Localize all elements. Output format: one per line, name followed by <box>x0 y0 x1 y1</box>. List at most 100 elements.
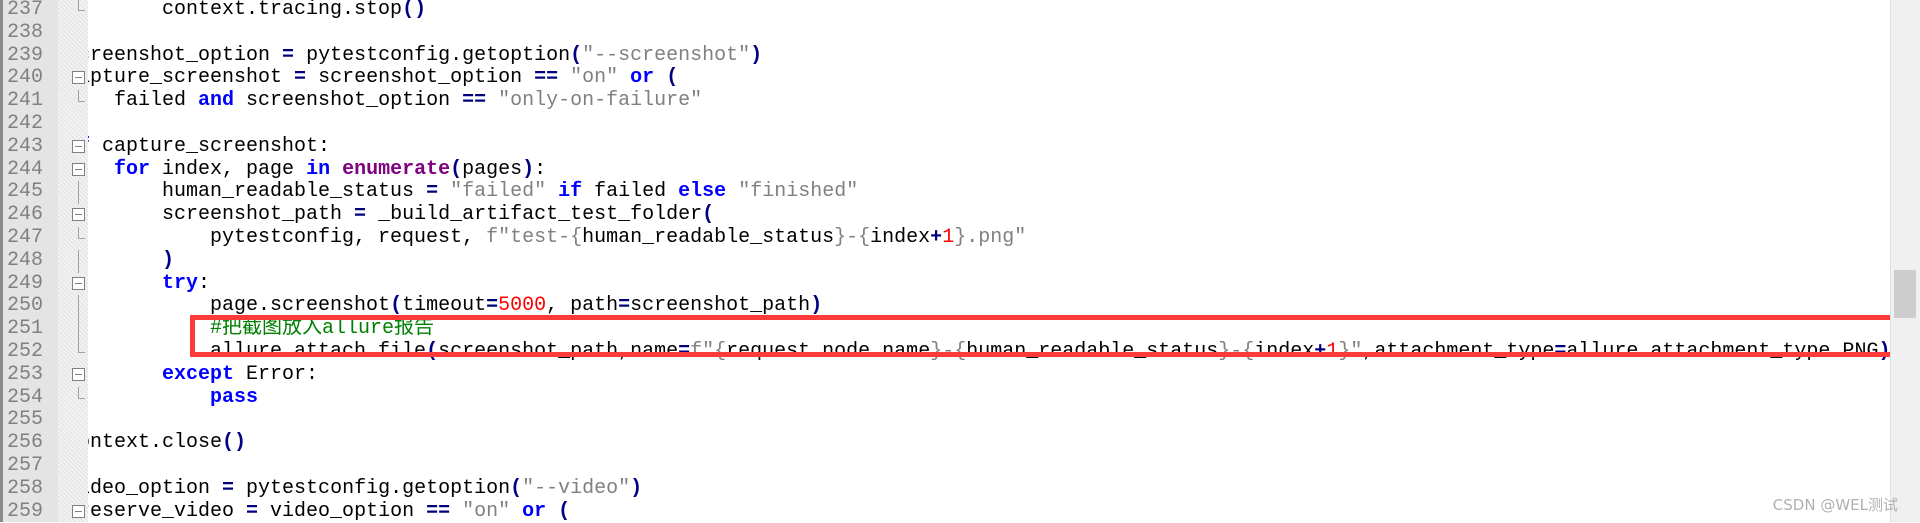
fold-line-icon <box>72 227 88 250</box>
line-number: 259 <box>7 499 44 523</box>
code-token: ) <box>630 476 643 500</box>
fold-collapse-icon[interactable] <box>72 136 88 159</box>
fold-line-icon <box>72 249 88 273</box>
code-token: screenshot_option <box>234 89 463 113</box>
code-token: = <box>426 180 439 204</box>
code-token: or <box>630 66 655 90</box>
code-token: = <box>678 339 691 363</box>
code-token: context.tracing.stop <box>88 0 403 21</box>
code-line[interactable]: try: <box>88 271 1890 296</box>
code-token: f"{ <box>690 339 727 363</box>
code-line[interactable]: for index, page in enumerate(pages): <box>88 157 1890 182</box>
code-line[interactable]: video_option = pytestconfig.getoption("-… <box>88 476 1890 501</box>
code-token: pytestconfig.getoption <box>294 43 571 67</box>
code-token: capture_screenshot <box>88 66 295 90</box>
line-number: 255 <box>7 408 44 432</box>
code-token: = <box>222 476 235 500</box>
code-token: screenshot_path <box>630 294 811 318</box>
fold-line-icon <box>72 341 88 364</box>
code-token: ) <box>750 43 763 67</box>
code-line[interactable]: preserve_video = video_option == "on" or… <box>88 499 1890 522</box>
line-number: 246 <box>7 203 44 227</box>
code-token: _build_artifact_test_folder <box>366 203 703 227</box>
watermark: CSDN @WEL测试 <box>1772 496 1898 514</box>
fold-collapse-icon[interactable] <box>72 501 88 523</box>
code-line[interactable]: screenshot_option = pytestconfig.getopti… <box>88 43 1890 68</box>
line-number: 238 <box>7 20 44 44</box>
line-number: 257 <box>7 454 44 477</box>
code-token: request.node.name <box>726 339 931 363</box>
line-number: 243 <box>7 134 44 158</box>
code-line[interactable]: except Error: <box>88 363 1890 387</box>
code-token: == <box>462 89 487 113</box>
code-line[interactable]: human_readable_status = "failed" if fail… <box>88 180 1890 204</box>
code-token: screenshot_path,name <box>438 339 679 363</box>
code-line[interactable] <box>88 455 1890 478</box>
line-number: 256 <box>7 431 44 455</box>
code-line[interactable]: context.close() <box>88 431 1890 455</box>
code-token: 5000 <box>498 294 547 318</box>
code-line[interactable]: pytestconfig, request, f"test-{human_rea… <box>88 225 1890 250</box>
code-line[interactable]: failed and screenshot_option == "only-on… <box>88 89 1890 113</box>
code-token: if <box>558 180 583 204</box>
code-token: for <box>114 157 151 181</box>
code-token: = <box>282 43 295 67</box>
code-line[interactable]: pass <box>88 386 1890 410</box>
code-token: allure.attachment_type.PNG <box>1566 339 1879 363</box>
scrollbar-thumb[interactable] <box>1894 270 1916 318</box>
fold-line-icon <box>72 90 88 113</box>
line-number: 245 <box>7 180 44 204</box>
code-line[interactable]: ) <box>88 249 1890 273</box>
fold-line-icon <box>72 0 88 22</box>
code-line[interactable]: if capture_screenshot: <box>88 135 1890 159</box>
code-token: index <box>870 225 931 249</box>
code-token: == <box>426 499 451 522</box>
fold-collapse-icon[interactable] <box>72 273 88 296</box>
code-line[interactable] <box>88 113 1890 136</box>
fold-collapse-icon[interactable] <box>72 204 88 227</box>
code-line[interactable] <box>88 22 1890 45</box>
code-token: "finished" <box>738 180 859 204</box>
line-number: 254 <box>7 385 44 409</box>
line-number: 248 <box>7 248 44 272</box>
code-token: screenshot_option <box>306 66 535 90</box>
code-token: }-{ <box>930 339 967 363</box>
code-token: ) <box>1878 339 1890 363</box>
fold-collapse-icon[interactable] <box>72 364 88 387</box>
code-token: pytestconfig, request, <box>88 225 487 249</box>
code-token: timeout <box>402 294 487 318</box>
code-token: : <box>198 271 211 295</box>
code-editor[interactable]: context.tracing.stop() screenshot_option… <box>88 0 1890 522</box>
code-token: : <box>534 157 547 181</box>
code-line[interactable]: page.screenshot(timeout=5000, path=scree… <box>88 294 1890 318</box>
code-token: or <box>522 499 547 522</box>
code-token: ( <box>558 499 571 522</box>
code-line[interactable]: allure.attach.file(screenshot_path,name=… <box>88 339 1890 364</box>
code-token: }.png" <box>954 225 1027 249</box>
code-token: index, page <box>150 157 307 181</box>
code-token: ( <box>702 203 715 227</box>
code-token: () <box>402 0 427 21</box>
code-line[interactable] <box>88 409 1890 432</box>
vertical-scrollbar[interactable] <box>1890 0 1920 522</box>
code-token: and <box>198 89 235 113</box>
code-line[interactable]: screenshot_path = _build_artifact_test_f… <box>88 203 1890 227</box>
code-line[interactable]: context.tracing.stop() <box>88 0 1890 22</box>
code-token: = <box>1554 339 1567 363</box>
code-token: preserve_video <box>88 499 235 522</box>
fold-collapse-icon[interactable] <box>72 67 88 90</box>
code-line[interactable]: #把截图放入allure报告 <box>88 317 1890 341</box>
code-token: ( <box>570 43 583 67</box>
line-number: 242 <box>7 112 44 135</box>
fold-collapse-icon[interactable] <box>72 159 88 182</box>
code-line[interactable]: capture_screenshot = screenshot_option =… <box>88 66 1890 90</box>
